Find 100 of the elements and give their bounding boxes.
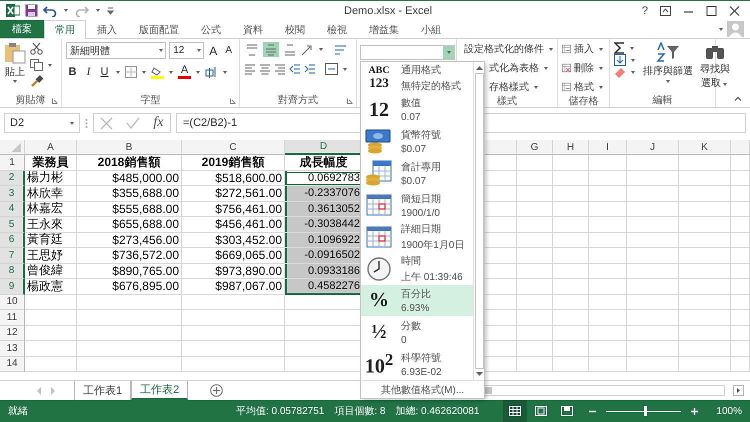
- align-right-icon[interactable]: [274, 63, 286, 75]
- row-header[interactable]: 4: [0, 202, 25, 217]
- row-header[interactable]: 13: [0, 341, 25, 356]
- menu-item[interactable]: 簡短日期 1900/1/0: [361, 189, 473, 221]
- ribbon-tab[interactable]: 檢視: [316, 20, 358, 38]
- column-header[interactable]: C: [182, 140, 285, 155]
- grow-font-button[interactable]: A: [207, 44, 220, 58]
- ribbon-tab[interactable]: 資料: [232, 20, 274, 38]
- collapse-ribbon-icon[interactable]: [734, 96, 742, 101]
- row-header[interactable]: 3: [0, 186, 25, 202]
- find-select-button[interactable]: 尋找與選取: [699, 42, 731, 93]
- normal-view-button[interactable]: [503, 400, 528, 422]
- merge-cells-icon[interactable]: [325, 63, 338, 75]
- more-number-formats-link[interactable]: 其他數值格式(M)...: [361, 380, 484, 398]
- row-header[interactable]: 5: [0, 217, 25, 232]
- caret-icon[interactable]: [48, 64, 52, 66]
- caret-icon[interactable]: [631, 70, 635, 74]
- phonetic-guide-icon[interactable]: [205, 66, 218, 78]
- bold-button[interactable]: B: [66, 66, 79, 78]
- insert-function-button[interactable]: fx: [153, 115, 164, 131]
- caret-icon[interactable]: [169, 70, 173, 74]
- ribbon-tab[interactable]: 常用: [44, 20, 86, 39]
- sort-filter-button[interactable]: 排序與篩選: [643, 42, 693, 93]
- ribbon-tab[interactable]: 公式: [190, 20, 232, 38]
- customize-icon[interactable]: [107, 6, 114, 14]
- caret-icon[interactable]: [719, 28, 723, 30]
- dialog-launcher-icon[interactable]: [347, 98, 353, 104]
- paste-button[interactable]: 貼上: [4, 42, 26, 93]
- maximize-icon[interactable]: [706, 6, 717, 16]
- menu-item[interactable]: 詳細日期 1900年1月0日: [361, 220, 473, 253]
- column-header[interactable]: B: [77, 140, 182, 155]
- borders-icon[interactable]: [125, 66, 137, 78]
- font-size-dropdown[interactable]: 12: [169, 42, 204, 59]
- conditional-formatting-button[interactable]: 設定格式化的條件: [461, 42, 553, 56]
- help-button[interactable]: ?: [642, 4, 648, 16]
- underline-button[interactable]: U: [98, 66, 111, 78]
- column-header[interactable]: I: [589, 140, 627, 155]
- caret-icon[interactable]: [142, 70, 146, 74]
- cells-menu-button[interactable]: 格式: [562, 80, 605, 94]
- ribbon-tab[interactable]: 小組: [410, 20, 452, 38]
- cells-menu-button[interactable]: 刪除: [562, 61, 605, 75]
- dialog-launcher-icon[interactable]: [52, 98, 58, 104]
- caret-icon[interactable]: [630, 46, 634, 50]
- caret-icon[interactable]: [319, 48, 323, 51]
- row-header[interactable]: 10: [0, 294, 25, 310]
- caret-icon[interactable]: [343, 68, 347, 70]
- row-header[interactable]: 14: [0, 356, 25, 372]
- cells-menu-button[interactable]: 插入: [562, 42, 605, 56]
- row-header[interactable]: 1: [0, 155, 25, 170]
- caret-icon[interactable]: [64, 9, 68, 12]
- row-header[interactable]: 2: [0, 170, 25, 186]
- ribbon-tab[interactable]: 插入: [86, 20, 128, 38]
- column-header[interactable]: H: [553, 140, 589, 155]
- copy-icon[interactable]: [30, 59, 43, 71]
- vertical-align-button[interactable]: [282, 42, 298, 57]
- row-header[interactable]: 9: [0, 279, 25, 294]
- name-box[interactable]: D2: [4, 113, 80, 133]
- ribbon-display-icon[interactable]: [660, 6, 671, 16]
- new-sheet-icon[interactable]: [210, 384, 224, 397]
- vertical-align-button[interactable]: [263, 42, 279, 57]
- sum-icon[interactable]: [614, 42, 625, 54]
- caret-icon[interactable]: [631, 58, 635, 62]
- column-header[interactable]: G: [517, 140, 553, 155]
- menu-item[interactable]: 12 數值 0.07: [361, 94, 473, 126]
- column-header[interactable]: A: [25, 140, 77, 155]
- eraser-icon[interactable]: [614, 66, 626, 78]
- column-header[interactable]: J: [627, 140, 679, 155]
- fill-color-icon[interactable]: [151, 66, 164, 78]
- vertical-scrollbar[interactable]: [473, 62, 484, 380]
- zoom-in-icon[interactable]: [691, 408, 698, 414]
- menu-item[interactable]: ½ 分數 0: [361, 316, 473, 348]
- dialog-launcher-icon[interactable]: [230, 98, 236, 104]
- row-header[interactable]: 11: [0, 310, 25, 326]
- font-color-button[interactable]: A: [178, 65, 191, 79]
- file-tab[interactable]: 檔案: [0, 20, 44, 38]
- shrink-font-button[interactable]: A: [222, 45, 235, 56]
- menu-item[interactable]: % 百分比 6.93%: [361, 284, 473, 316]
- decrease-indent-icon[interactable]: [289, 63, 301, 75]
- caret-icon[interactable]: [96, 9, 100, 12]
- column-header[interactable]: K: [679, 140, 731, 155]
- menu-item[interactable]: 時間 上午 01:39:46: [361, 252, 473, 285]
- scissors-icon[interactable]: [30, 42, 43, 55]
- italic-button[interactable]: I: [82, 66, 95, 78]
- align-center-icon[interactable]: [259, 63, 271, 75]
- zoom-slider[interactable]: [606, 406, 682, 416]
- caret-icon[interactable]: [223, 70, 227, 74]
- wrap-text-icon[interactable]: [334, 44, 347, 56]
- ribbon-tab[interactable]: 版面配置: [128, 20, 190, 38]
- row-header[interactable]: 6: [0, 232, 25, 248]
- format-painter-icon[interactable]: [30, 75, 43, 88]
- scroll-up-icon[interactable]: [476, 65, 482, 70]
- menu-item[interactable]: 10$^{2}$ 科學符號 6.93E-02: [361, 348, 473, 380]
- row-header[interactable]: 7: [0, 248, 25, 264]
- vertical-align-button[interactable]: [244, 42, 260, 57]
- row-header[interactable]: 12: [0, 326, 25, 341]
- orientation-icon[interactable]: [301, 44, 314, 56]
- ribbon-tab[interactable]: 增益集: [358, 20, 410, 38]
- menu-item[interactable]: 貨幣符號 $0.07: [361, 126, 473, 158]
- ribbon-tab[interactable]: 校閱: [274, 20, 316, 38]
- close-icon[interactable]: [729, 6, 740, 16]
